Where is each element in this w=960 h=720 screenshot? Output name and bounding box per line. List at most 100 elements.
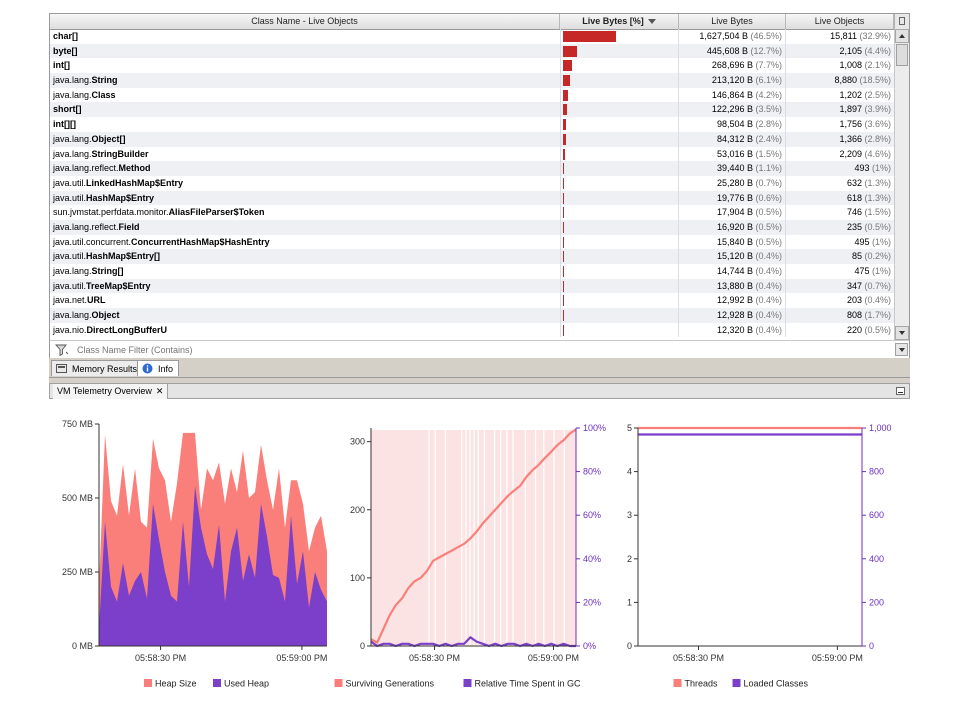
live-bytes-pct: (0.4%) (755, 266, 782, 276)
package-name: java.lang.reflect. (53, 221, 119, 232)
table-row[interactable]: java.lang.String[] 14,744 B (0.4%) 475 (1%… (50, 264, 894, 279)
live-bytes-percent-cell (560, 293, 679, 309)
live-objects-cell: 1,008 (2.1%) (786, 58, 894, 73)
live-bytes-pct: (0.6%) (755, 192, 782, 203)
scrollbar-thumb[interactable] (896, 44, 908, 66)
live-bytes-percent-cell (560, 308, 679, 323)
column-header-live-bytes[interactable]: Live Bytes (679, 14, 786, 29)
legend-swatch (673, 679, 682, 687)
class-name: byte[] (53, 45, 78, 56)
column-header-label: Live Bytes [%] (582, 16, 644, 26)
live-objects-pct: (1%) (871, 163, 891, 174)
x-tick-label: 05:59:00 PM (812, 653, 863, 663)
table-row[interactable]: java.nio.DirectLongBufferU 12,320 B (0.4%… (50, 322, 894, 338)
live-bytes-bar (563, 266, 564, 277)
live-bytes-percent-cell (560, 102, 679, 118)
live-objects-cell: 235 (0.5%) (786, 220, 894, 235)
live-bytes-pct: (0.4%) (755, 295, 782, 306)
table-row[interactable]: java.util.concurrent.ConcurrentHashMap$H… (50, 234, 894, 250)
filter-funnel-icon[interactable] (55, 344, 69, 356)
column-chooser-icon[interactable] (894, 14, 909, 29)
class-name-filter-input[interactable] (75, 343, 899, 356)
gc-activity-gap (535, 430, 537, 646)
table-row[interactable]: java.net.URL 12,992 B (0.4%) 203 (0.4%) (50, 293, 894, 309)
live-bytes-bar (563, 119, 567, 131)
live-objects-cell: 808 (1.7%) (786, 308, 894, 323)
table-scrollbar[interactable] (894, 29, 909, 340)
y-tick-label: 100 (350, 573, 365, 583)
results-tabstrip: Memory Results Info (49, 359, 910, 378)
live-objects-pct: (4.4%) (864, 45, 891, 56)
live-objects-cell: 1,202 (2.5%) (786, 88, 894, 103)
live-bytes-cell: 25,280 B (0.7%) (679, 175, 786, 191)
table-row[interactable]: char[] 1,627,504 B (46.5%) 15,811 (32.9%) (50, 29, 894, 44)
legend-label: Threads (685, 679, 719, 689)
live-bytes-value: 12,928 B (716, 310, 753, 321)
live-objects-cell: 2,209 (4.6%) (786, 147, 894, 162)
table-row[interactable]: java.lang.Object[] 84,312 B (2.4%) 1,366 (… (50, 131, 894, 147)
live-bytes-value: 12,992 B (716, 295, 753, 306)
table-row[interactable]: java.lang.String 213,120 B (6.1%) 8,880 (1… (50, 73, 894, 88)
table-row[interactable]: java.lang.reflect.Field 16,920 B (0.5%) 23… (50, 219, 894, 235)
gc-activity-gap (506, 430, 508, 646)
live-bytes-pct: (0.4%) (755, 324, 782, 335)
gc-activity-gap (444, 430, 446, 646)
live-bytes-percent-cell (560, 29, 679, 44)
filter-dropdown-icon[interactable] (895, 343, 908, 356)
class-name: Object (91, 310, 120, 321)
live-bytes-value: 19,776 B (716, 192, 753, 203)
class-name: int[][] (53, 119, 76, 130)
table-row[interactable]: java.util.HashMap$Entry[] 15,120 B (0.4%)… (50, 249, 894, 264)
class-name-cell: java.util.HashMap$Entry (50, 191, 560, 206)
table-row[interactable]: short[] 122,296 B (3.5%) 1,897 (3.9%) (50, 102, 894, 118)
tab-memory-results[interactable]: Memory Results (51, 360, 144, 376)
info-icon (142, 363, 153, 374)
live-objects-cell: 15,811 (32.9%) (786, 29, 894, 44)
live-bytes-value: 268,696 B (711, 60, 753, 71)
live-objects-pct: (0.7%) (864, 280, 891, 291)
live-bytes-value: 25,280 B (716, 177, 753, 188)
live-bytes-percent-cell (560, 175, 679, 191)
table-row[interactable]: java.lang.reflect.Method 39,440 B (1.1%) 4… (50, 161, 894, 176)
telemetry-chart-canvas: 0 MB 250 MB 500 MB 750 MB 05:58:30 PM 05:59:0… (62, 419, 892, 689)
table-row[interactable]: java.lang.StringBuilder 53,016 B (1.5%) 2,… (50, 146, 894, 162)
column-header-class-name[interactable]: Class Name - Live Objects (50, 14, 560, 29)
package-name: java.util. (53, 177, 87, 188)
table-row[interactable]: int[] 268,696 B (7.7%) 1,008 (2.1%) (50, 58, 894, 74)
live-bytes-cell: 19,776 B (0.6%) (679, 190, 786, 206)
arrow-down-icon[interactable] (895, 326, 909, 340)
y2-tick-label: 800 (869, 467, 884, 477)
table-row[interactable]: java.util.TreeMap$Entry 13,880 B (0.4%) 34… (50, 278, 894, 294)
y2-tick-label: 200 (869, 597, 884, 607)
package-name: java.lang. (53, 310, 92, 321)
live-objects-value: 808 (846, 310, 862, 321)
column-header-live-objects[interactable]: Live Objects (786, 14, 894, 29)
table-row[interactable]: byte[] 445,608 B (12.7%) 2,105 (4.4%) (50, 43, 894, 59)
class-name: Class (91, 89, 116, 100)
table-row[interactable]: java.util.HashMap$Entry 19,776 B (0.6%) 61… (50, 190, 894, 206)
gc-activity-gap (524, 430, 526, 646)
table-row[interactable]: java.lang.Class 146,864 B (4.2%) 1,202 (2.… (50, 87, 894, 103)
live-objects-pct: (1%) (871, 236, 891, 247)
live-objects-value: 2,105 (839, 45, 862, 56)
table-row[interactable]: java.util.LinkedHashMap$Entry 25,280 B (0… (50, 175, 894, 191)
live-bytes-percent-cell (560, 190, 679, 206)
live-bytes-bar (563, 163, 565, 175)
tab-vm-telemetry-overview[interactable]: VM Telemetry Overview ✕ (53, 384, 169, 399)
live-bytes-pct: (2.8%) (755, 119, 782, 130)
table-row[interactable]: java.lang.Object 12,928 B (0.4%) 808 (1.7%… (50, 308, 894, 323)
live-objects-cell: 8,880 (18.5%) (786, 73, 894, 88)
class-name: LinkedHashMap$Entry (86, 177, 184, 188)
legend-label: Used Heap (224, 679, 269, 689)
table-row[interactable]: sun.jvmstat.perfdata.monitor.AliasFilePa… (50, 205, 894, 220)
live-bytes-value: 16,920 B (716, 221, 753, 232)
arrow-up-icon[interactable] (895, 29, 909, 43)
close-icon[interactable]: ✕ (156, 386, 164, 396)
live-bytes-percent-cell (560, 58, 679, 74)
table-row[interactable]: int[][] 98,504 B (2.8%) 1,756 (3.6%) (50, 117, 894, 132)
x-tick-label: 05:58:30 PM (409, 653, 460, 663)
package-name: java.lang. (53, 89, 92, 100)
tab-info[interactable]: Info (137, 360, 180, 376)
column-header-live-bytes-percent[interactable]: Live Bytes [%] (560, 14, 679, 29)
minimize-icon[interactable] (896, 387, 905, 395)
